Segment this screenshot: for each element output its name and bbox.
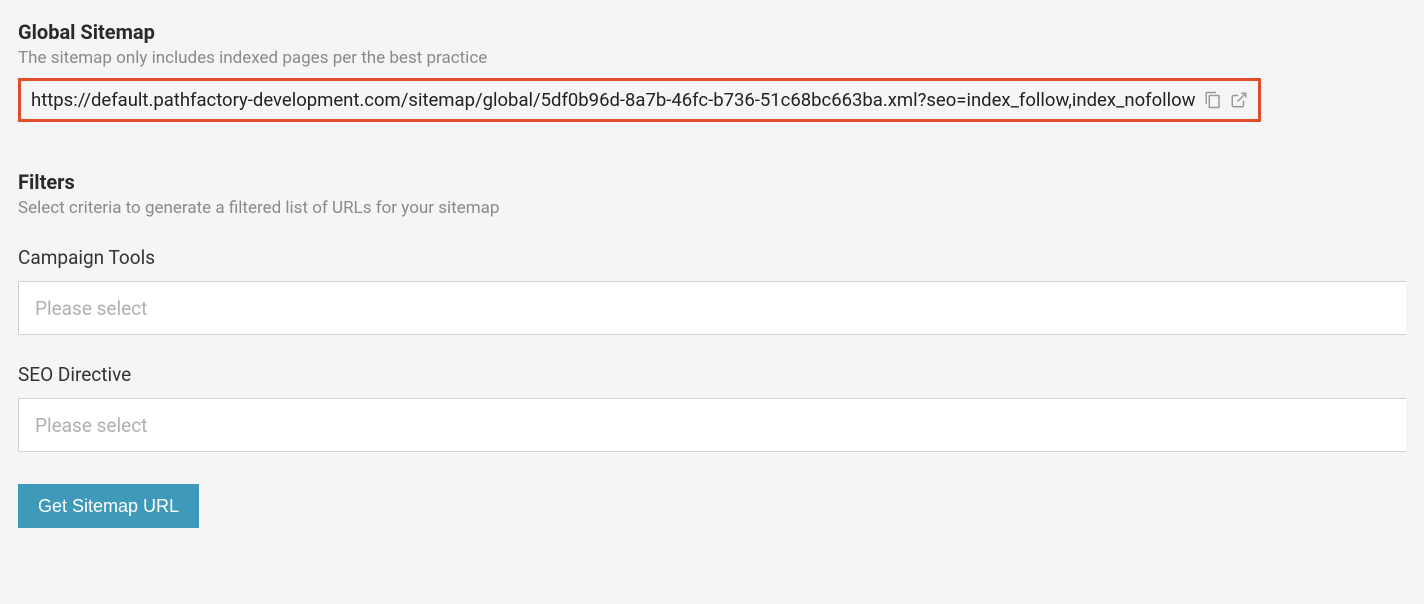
- seo-directive-label: SEO Directive: [18, 363, 1406, 386]
- sitemap-url-highlight: https://default.pathfactory-development.…: [18, 78, 1261, 122]
- seo-directive-select[interactable]: Please select: [18, 398, 1406, 452]
- filters-subtitle: Select criteria to generate a filtered l…: [18, 198, 1406, 218]
- global-sitemap-subtitle: The sitemap only includes indexed pages …: [18, 48, 1406, 68]
- filters-title: Filters: [18, 170, 1406, 194]
- seo-directive-placeholder: Please select: [35, 414, 147, 437]
- copy-icon[interactable]: [1204, 91, 1222, 109]
- global-sitemap-section: Global Sitemap The sitemap only includes…: [18, 20, 1406, 150]
- campaign-tools-placeholder: Please select: [35, 297, 147, 320]
- filters-section: Filters Select criteria to generate a fi…: [18, 170, 1406, 528]
- campaign-tools-select[interactable]: Please select: [18, 281, 1406, 335]
- sitemap-url-text: https://default.pathfactory-development.…: [31, 89, 1196, 111]
- campaign-tools-label: Campaign Tools: [18, 246, 1406, 269]
- global-sitemap-title: Global Sitemap: [18, 20, 1406, 44]
- external-link-icon[interactable]: [1230, 91, 1248, 109]
- get-sitemap-url-button[interactable]: Get Sitemap URL: [18, 484, 199, 528]
